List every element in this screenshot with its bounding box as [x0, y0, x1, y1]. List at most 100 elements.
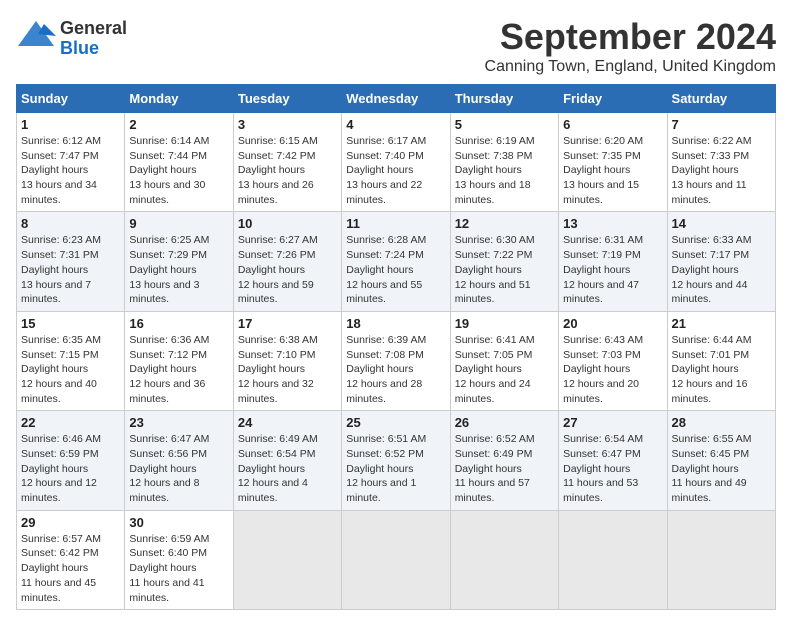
- table-row: [342, 510, 450, 609]
- day-number: 25: [346, 415, 445, 430]
- table-row: 9 Sunrise: 6:25 AMSunset: 7:29 PMDaylight…: [125, 212, 233, 311]
- day-info: Sunrise: 6:36 AMSunset: 7:12 PMDaylight …: [129, 333, 228, 406]
- table-row: 17 Sunrise: 6:38 AMSunset: 7:10 PMDayligh…: [233, 311, 341, 410]
- location: Canning Town, England, United Kingdom: [485, 58, 776, 76]
- day-info: Sunrise: 6:23 AMSunset: 7:31 PMDaylight …: [21, 233, 120, 306]
- table-row: 23 Sunrise: 6:47 AMSunset: 6:56 PMDayligh…: [125, 411, 233, 510]
- table-row: 27Sunrise: 6:54 AMSunset: 6:47 PMDayligh…: [559, 411, 667, 510]
- day-info: Sunrise: 6:12 AMSunset: 7:47 PMDaylight …: [21, 134, 120, 207]
- table-row: 26 Sunrise: 6:52 AMSunset: 6:49 PMDayligh…: [450, 411, 558, 510]
- day-info: Sunrise: 6:46 AMSunset: 6:59 PMDaylight …: [21, 432, 120, 505]
- table-row: 21 Sunrise: 6:44 AMSunset: 7:01 PMDayligh…: [667, 311, 775, 410]
- day-info: Sunrise: 6:17 AMSunset: 7:40 PMDaylight …: [346, 134, 445, 207]
- day-info: Sunrise: 6:57 AMSunset: 6:42 PMDaylight …: [21, 532, 120, 605]
- table-row: 16 Sunrise: 6:36 AMSunset: 7:12 PMDayligh…: [125, 311, 233, 410]
- calendar-table: Sunday Monday Tuesday Wednesday Thursday…: [16, 84, 776, 610]
- day-number: 3: [238, 117, 337, 132]
- day-number: 18: [346, 316, 445, 331]
- table-row: 6 Sunrise: 6:20 AMSunset: 7:35 PMDaylight…: [559, 113, 667, 212]
- table-row: 18Sunrise: 6:39 AMSunset: 7:08 PMDayligh…: [342, 311, 450, 410]
- table-row: 1 Sunrise: 6:12 AMSunset: 7:47 PMDaylight…: [17, 113, 125, 212]
- table-row: 11 Sunrise: 6:28 AMSunset: 7:24 PMDayligh…: [342, 212, 450, 311]
- table-row: 24Sunrise: 6:49 AMSunset: 6:54 PMDayligh…: [233, 411, 341, 510]
- table-row: 5Sunrise: 6:19 AMSunset: 7:38 PMDaylight…: [450, 113, 558, 212]
- day-info: Sunrise: 6:25 AMSunset: 7:29 PMDaylight …: [129, 233, 228, 306]
- month-title: September 2024: [485, 16, 776, 58]
- day-number: 20: [563, 316, 662, 331]
- day-info: Sunrise: 6:59 AMSunset: 6:40 PMDaylight …: [129, 532, 228, 605]
- table-row: [559, 510, 667, 609]
- day-info: Sunrise: 6:14 AMSunset: 7:44 PMDaylight …: [129, 134, 228, 207]
- day-number: 9: [129, 216, 228, 231]
- header-monday: Monday: [125, 85, 233, 113]
- day-info: Sunrise: 6:22 AMSunset: 7:33 PMDaylight …: [672, 134, 771, 207]
- day-info: Sunrise: 6:43 AMSunset: 7:03 PMDaylight …: [563, 333, 662, 406]
- day-number: 6: [563, 117, 662, 132]
- logo-icon: [16, 16, 56, 56]
- day-number: 22: [21, 415, 120, 430]
- calendar-week-row: 22 Sunrise: 6:46 AMSunset: 6:59 PMDayligh…: [17, 411, 776, 510]
- day-info: Sunrise: 6:31 AMSunset: 7:19 PMDaylight …: [563, 233, 662, 306]
- day-number: 13: [563, 216, 662, 231]
- day-info: Sunrise: 6:44 AMSunset: 7:01 PMDaylight …: [672, 333, 771, 406]
- table-row: 3 Sunrise: 6:15 AMSunset: 7:42 PMDaylight…: [233, 113, 341, 212]
- day-info: Sunrise: 6:20 AMSunset: 7:35 PMDaylight …: [563, 134, 662, 207]
- table-row: [667, 510, 775, 609]
- table-row: 30 Sunrise: 6:59 AMSunset: 6:40 PMDayligh…: [125, 510, 233, 609]
- day-info: Sunrise: 6:55 AMSunset: 6:45 PMDaylight …: [672, 432, 771, 505]
- day-info: Sunrise: 6:15 AMSunset: 7:42 PMDaylight …: [238, 134, 337, 207]
- table-row: 4Sunrise: 6:17 AMSunset: 7:40 PMDaylight…: [342, 113, 450, 212]
- table-row: 14 Sunrise: 6:33 AMSunset: 7:17 PMDayligh…: [667, 212, 775, 311]
- header-saturday: Saturday: [667, 85, 775, 113]
- day-number: 7: [672, 117, 771, 132]
- day-number: 19: [455, 316, 554, 331]
- day-number: 14: [672, 216, 771, 231]
- logo: General Blue: [16, 16, 127, 61]
- calendar-week-row: 15 Sunrise: 6:35 AMSunset: 7:15 PMDayligh…: [17, 311, 776, 410]
- table-row: 22 Sunrise: 6:46 AMSunset: 6:59 PMDayligh…: [17, 411, 125, 510]
- day-info: Sunrise: 6:38 AMSunset: 7:10 PMDaylight …: [238, 333, 337, 406]
- calendar-header-row: Sunday Monday Tuesday Wednesday Thursday…: [17, 85, 776, 113]
- day-number: 21: [672, 316, 771, 331]
- day-info: Sunrise: 6:52 AMSunset: 6:49 PMDaylight …: [455, 432, 554, 505]
- day-number: 28: [672, 415, 771, 430]
- header-tuesday: Tuesday: [233, 85, 341, 113]
- table-row: [233, 510, 341, 609]
- day-info: Sunrise: 6:41 AMSunset: 7:05 PMDaylight …: [455, 333, 554, 406]
- logo-text: General Blue: [60, 19, 127, 59]
- day-number: 11: [346, 216, 445, 231]
- header-friday: Friday: [559, 85, 667, 113]
- day-number: 30: [129, 515, 228, 530]
- table-row: [450, 510, 558, 609]
- table-row: 7 Sunrise: 6:22 AMSunset: 7:33 PMDaylight…: [667, 113, 775, 212]
- day-number: 26: [455, 415, 554, 430]
- day-info: Sunrise: 6:47 AMSunset: 6:56 PMDaylight …: [129, 432, 228, 505]
- table-row: 29Sunrise: 6:57 AMSunset: 6:42 PMDayligh…: [17, 510, 125, 609]
- day-info: Sunrise: 6:35 AMSunset: 7:15 PMDaylight …: [21, 333, 120, 406]
- table-row: 25Sunrise: 6:51 AMSunset: 6:52 PMDayligh…: [342, 411, 450, 510]
- day-info: Sunrise: 6:33 AMSunset: 7:17 PMDaylight …: [672, 233, 771, 306]
- table-row: 2 Sunrise: 6:14 AMSunset: 7:44 PMDaylight…: [125, 113, 233, 212]
- header-sunday: Sunday: [17, 85, 125, 113]
- table-row: 20 Sunrise: 6:43 AMSunset: 7:03 PMDayligh…: [559, 311, 667, 410]
- day-number: 24: [238, 415, 337, 430]
- day-number: 23: [129, 415, 228, 430]
- table-row: 13 Sunrise: 6:31 AMSunset: 7:19 PMDayligh…: [559, 212, 667, 311]
- table-row: 19 Sunrise: 6:41 AMSunset: 7:05 PMDayligh…: [450, 311, 558, 410]
- day-number: 16: [129, 316, 228, 331]
- day-number: 15: [21, 316, 120, 331]
- header-thursday: Thursday: [450, 85, 558, 113]
- day-number: 1: [21, 117, 120, 132]
- day-number: 2: [129, 117, 228, 132]
- table-row: 10Sunrise: 6:27 AMSunset: 7:26 PMDayligh…: [233, 212, 341, 311]
- table-row: 8Sunrise: 6:23 AMSunset: 7:31 PMDaylight…: [17, 212, 125, 311]
- title-section: September 2024 Canning Town, England, Un…: [485, 16, 776, 76]
- page-header: General Blue September 2024 Canning Town…: [16, 16, 776, 76]
- day-number: 17: [238, 316, 337, 331]
- table-row: 12Sunrise: 6:30 AMSunset: 7:22 PMDayligh…: [450, 212, 558, 311]
- day-number: 12: [455, 216, 554, 231]
- day-info: Sunrise: 6:19 AMSunset: 7:38 PMDaylight …: [455, 134, 554, 207]
- table-row: 28 Sunrise: 6:55 AMSunset: 6:45 PMDayligh…: [667, 411, 775, 510]
- day-info: Sunrise: 6:28 AMSunset: 7:24 PMDaylight …: [346, 233, 445, 306]
- calendar-week-row: 29Sunrise: 6:57 AMSunset: 6:42 PMDayligh…: [17, 510, 776, 609]
